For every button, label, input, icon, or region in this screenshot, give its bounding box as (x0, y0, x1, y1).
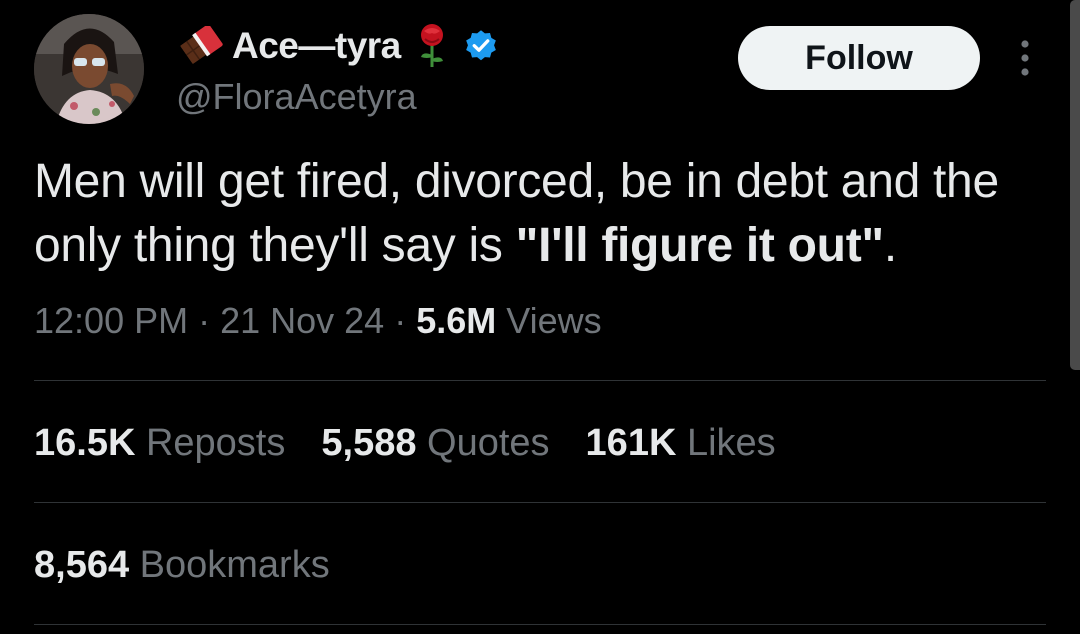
user-handle[interactable]: @FloraAcetyra (176, 76, 499, 118)
tweet-meta: 12:00 PM · 21 Nov 24 · 5.6M Views (34, 300, 602, 342)
scrollbar-thumb[interactable] (1070, 0, 1080, 370)
divider (34, 624, 1046, 625)
tweet-date[interactable]: 21 Nov 24 (220, 300, 384, 341)
quotes-count: 5,588 (321, 422, 417, 464)
avatar-image (34, 14, 144, 124)
quotes-stat[interactable]: 5,588 Quotes (321, 422, 549, 465)
bookmarks-label: Bookmarks (129, 544, 330, 586)
tweet-time[interactable]: 12:00 PM (34, 300, 188, 341)
tweet-text-end: . (883, 219, 897, 272)
verified-badge-icon[interactable] (463, 28, 499, 64)
display-name[interactable]: Ace—tyra (232, 25, 401, 67)
tweet-page: Ace—tyra @FloraAcetyra Follow Men will g… (0, 0, 1080, 634)
views-label: Views (496, 300, 602, 341)
name-row: Ace—tyra (178, 22, 499, 70)
bookmarks-stat[interactable]: 8,564 Bookmarks (34, 544, 330, 587)
chocolate-bar-icon (178, 24, 224, 66)
tweet-text-bold: "I'll figure it out" (515, 219, 885, 272)
meta-separator: · (188, 300, 221, 341)
likes-count: 161K (585, 422, 677, 464)
reposts-label: Reposts (135, 422, 286, 464)
follow-button[interactable]: Follow (738, 26, 980, 90)
engagement-stats: 16.5K Reposts 5,588 Quotes 161K Likes (34, 422, 812, 465)
likes-stat[interactable]: 161K Likes (586, 422, 776, 465)
author-info[interactable]: Ace—tyra @FloraAcetyra (176, 22, 499, 118)
tweet-header: Ace—tyra @FloraAcetyra Follow (34, 14, 1046, 126)
more-vertical-icon[interactable] (1010, 38, 1040, 78)
reposts-count: 16.5K (34, 422, 136, 464)
rose-icon (415, 23, 449, 69)
divider (34, 502, 1046, 503)
tweet-text: Men will get fired, divorced, be in debt… (34, 150, 1044, 278)
avatar[interactable] (34, 14, 144, 124)
views-count[interactable]: 5.6M (416, 300, 496, 341)
likes-label: Likes (676, 422, 776, 464)
reposts-stat[interactable]: 16.5K Reposts (34, 422, 285, 465)
meta-separator: · (384, 300, 417, 341)
bookmarks-count: 8,564 (34, 544, 130, 586)
divider (34, 380, 1046, 381)
quotes-label: Quotes (416, 422, 550, 464)
